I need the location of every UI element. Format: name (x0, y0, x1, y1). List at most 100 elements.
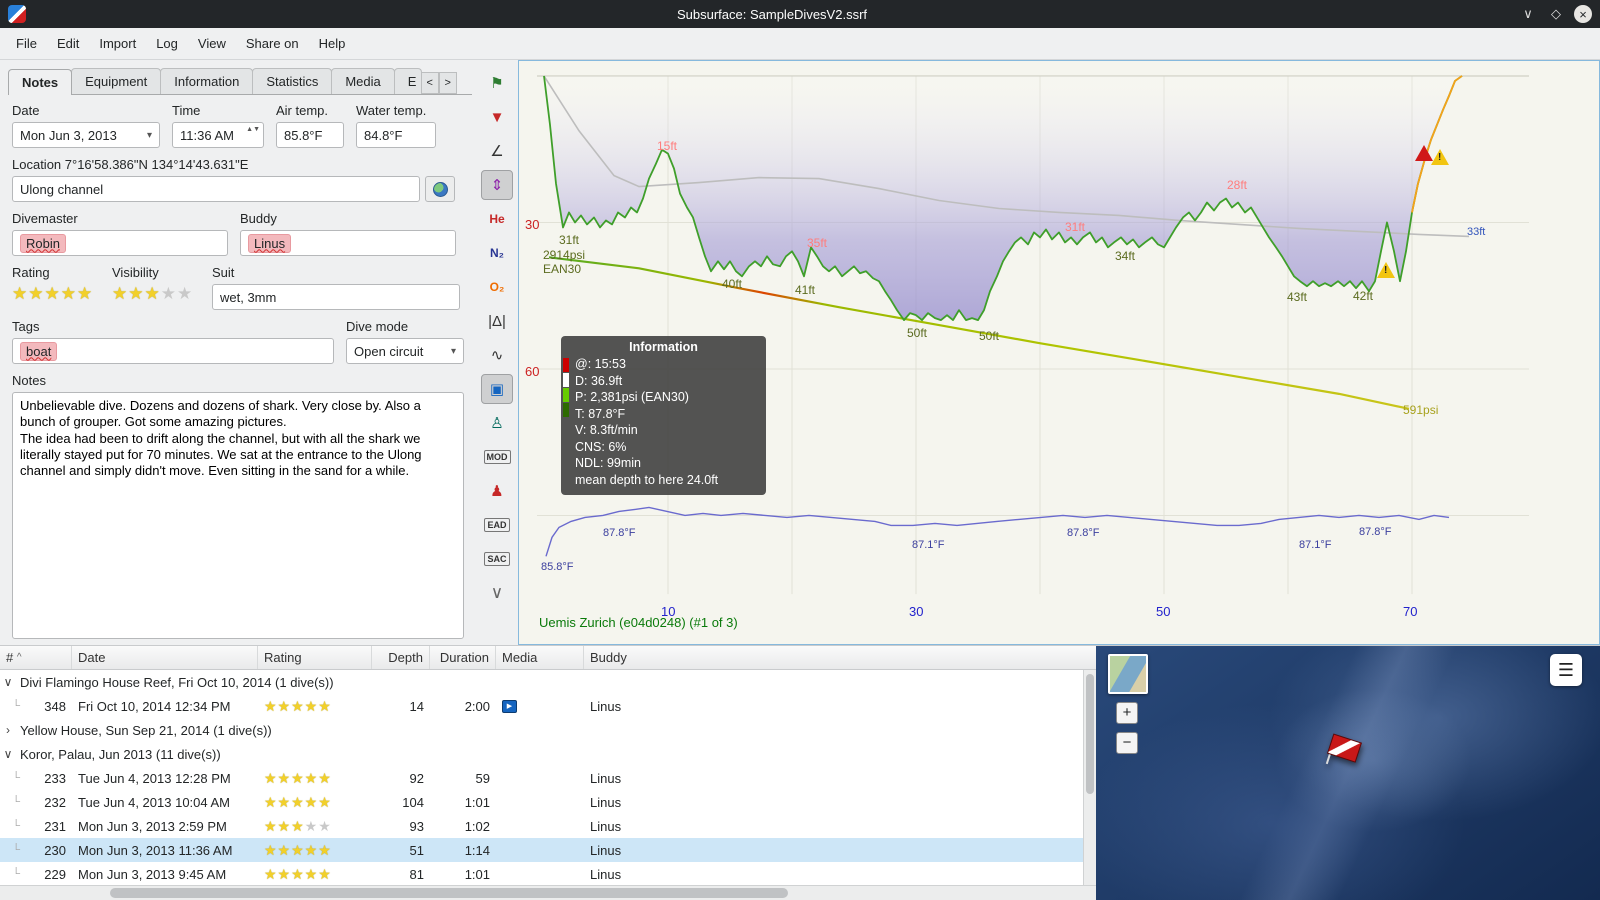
tree-branch: └ (12, 772, 20, 784)
tags-field[interactable]: boat (12, 338, 334, 364)
pp-helium-icon[interactable]: He (481, 204, 513, 234)
tab-scroll-right-icon[interactable]: > (438, 72, 457, 94)
expand-arrow-icon[interactable]: ∨ (0, 675, 16, 689)
column-header-duration[interactable]: Duration (430, 646, 496, 669)
spinner-arrows-icon[interactable]: ▲▼ (246, 125, 260, 135)
media-icon[interactable]: ▶ (502, 699, 517, 713)
tag-chip[interactable]: boat (20, 341, 58, 361)
map-zoom-in-button[interactable]: + (1116, 702, 1138, 724)
scrollbar-thumb[interactable] (110, 888, 788, 898)
divemaster-label: Divemaster (12, 211, 78, 226)
info-line: @: 15:53 (575, 357, 626, 371)
pp-graph-icon[interactable]: |Δ| (481, 306, 513, 336)
pp-nitrogen-icon[interactable]: N₂ (481, 238, 513, 268)
collapse-arrow-icon[interactable]: › (0, 723, 16, 737)
trip-row[interactable]: › Yellow House, Sun Sep 21, 2014 (1 dive… (0, 718, 1096, 742)
collapse-toolbar-icon[interactable]: ∨ (481, 578, 513, 608)
dive-row[interactable]: └ 348 Fri Oct 10, 2014 12:34 PM ★★★★★ 14 … (0, 694, 1096, 718)
heartrate-icon[interactable]: ∿ (481, 340, 513, 370)
window-title: Subsurface: SampleDivesV2.ssrf (676, 6, 868, 22)
tab-media[interactable]: Media (331, 68, 395, 94)
globe-button[interactable] (425, 176, 455, 202)
dive-duration: 2:00 (464, 698, 490, 714)
map-overview-thumbnail[interactable] (1108, 654, 1148, 694)
tab-statistics[interactable]: Statistics (252, 68, 333, 94)
tab-scroll-left-icon[interactable]: < (420, 72, 439, 94)
menu-file[interactable]: File (6, 32, 47, 55)
column-header-depth[interactable]: Depth (372, 646, 430, 669)
menu-log[interactable]: Log (146, 32, 188, 55)
divemode-combobox[interactable]: Open circuit ▾ (346, 338, 464, 364)
trip-row[interactable]: ∨ Divi Flamingo House Reef, Fri Oct 10, … (0, 670, 1096, 694)
maximize-button[interactable]: ◇ (1546, 4, 1566, 24)
buddy-chip[interactable]: Linus (248, 233, 292, 253)
dive-row[interactable]: └ 233 Tue Jun 4, 2013 12:28 PM ★★★★★ 92 5… (0, 766, 1096, 790)
tissues-icon[interactable]: ♙ (481, 408, 513, 438)
tab-information[interactable]: Information (160, 68, 254, 94)
tree-branch: └ (12, 820, 20, 832)
dive-duration: 59 (475, 770, 490, 786)
watertemp-value: 84.8°F (364, 127, 403, 143)
watertemp-field[interactable]: 84.8°F (356, 122, 436, 148)
column-header-media[interactable]: Media (496, 646, 584, 669)
notes-tab-body: Date Mon Jun 3, 2013 ▾ Time 11:36 AM ▲▼ … (8, 94, 472, 645)
divemaster-chip[interactable]: Robin (20, 233, 66, 253)
airtemp-field[interactable]: 85.8°F (276, 122, 344, 148)
titlebar: Subsurface: SampleDivesV2.ssrf ∨ ◇ × (0, 0, 1600, 28)
ruler-icon[interactable]: ∠ (481, 136, 513, 166)
map-menu-button[interactable]: ☰ (1550, 654, 1582, 686)
dive-flag-marker[interactable] (1324, 733, 1366, 772)
visibility-stars[interactable]: ★★★★★ (112, 284, 200, 304)
dive-number: 232 (44, 794, 66, 810)
mod-icon[interactable]: MOD (481, 442, 513, 472)
stars-on: ★★★★★ (264, 841, 332, 858)
photos-icon[interactable]: ▣ (481, 374, 513, 404)
dive-date: Mon Jun 3, 2013 9:45 AM (78, 866, 227, 882)
vertical-scrollbar[interactable] (1083, 670, 1096, 885)
menu-help[interactable]: Help (309, 32, 356, 55)
minimize-button[interactable]: ∨ (1518, 4, 1538, 24)
expand-arrow-icon[interactable]: ∨ (0, 747, 16, 761)
notes-textarea[interactable]: Unbelievable dive. Dozens and dozens of … (12, 392, 464, 639)
menu-view[interactable]: View (188, 32, 236, 55)
col-label: # (6, 650, 14, 665)
toggle-calc-ceiling-icon[interactable]: ▼ (481, 102, 513, 132)
dive-row[interactable]: └ 229 Mon Jun 3, 2013 9:45 AM ★★★★★ 81 1:… (0, 862, 1096, 885)
dive-profile-chart[interactable]: 30 60 10 30 50 70 31ft 2914psi EAN30 15f… (518, 60, 1600, 645)
pp-oxygen-icon[interactable]: O₂ (481, 272, 513, 302)
dive-row-selected[interactable]: └ 230 Mon Jun 3, 2013 11:36 AM ★★★★★ 51 1… (0, 838, 1096, 862)
column-header-buddy[interactable]: Buddy (584, 646, 1096, 669)
dive-site-map[interactable]: + − ☰ (1096, 646, 1600, 900)
scale-icon[interactable]: ⇕ (481, 170, 513, 200)
horizontal-scrollbar[interactable] (0, 885, 1096, 900)
rating-stars[interactable]: ★★★★★ (12, 284, 100, 304)
location-field[interactable]: Ulong channel (12, 176, 420, 202)
menu-share-on[interactable]: Share on (236, 32, 309, 55)
scrollbar-thumb[interactable] (1086, 674, 1094, 794)
trip-row[interactable]: ∨ Koror, Palau, Jun 2013 (11 dive(s)) (0, 742, 1096, 766)
tab-notes[interactable]: Notes (8, 69, 73, 95)
menu-edit[interactable]: Edit (47, 32, 89, 55)
column-header-rating[interactable]: Rating (258, 646, 372, 669)
menu-import[interactable]: Import (89, 32, 146, 55)
map-zoom-out-button[interactable]: − (1116, 732, 1138, 754)
column-header-number[interactable]: # ^ (0, 646, 72, 669)
tab-extra[interactable]: E (393, 68, 422, 94)
close-button[interactable]: × (1574, 5, 1592, 23)
buddy-field[interactable]: Linus (240, 230, 456, 256)
dive-row[interactable]: └ 232 Tue Jun 4, 2013 10:04 AM ★★★★★ 104 … (0, 790, 1096, 814)
time-spinner[interactable]: 11:36 AM ▲▼ (172, 122, 264, 148)
divemaster-field[interactable]: Robin (12, 230, 228, 256)
ndl-tts-icon[interactable]: ♟ (481, 476, 513, 506)
sac-icon[interactable]: SAC (481, 544, 513, 574)
dive-date: Fri Oct 10, 2014 12:34 PM (78, 698, 231, 714)
ead-icon[interactable]: EAD (481, 510, 513, 540)
tabbar: Notes Equipment Information Statistics M… (8, 66, 472, 95)
tab-equipment[interactable]: Equipment (71, 68, 162, 94)
date-combobox[interactable]: Mon Jun 3, 2013 ▾ (12, 122, 160, 148)
dive-row[interactable]: └ 231 Mon Jun 3, 2013 2:59 PM ★★★★★ 93 1:… (0, 814, 1096, 838)
suit-field[interactable]: wet, 3mm (212, 284, 460, 310)
toggle-ceiling-icon[interactable]: ⚑ (481, 68, 513, 98)
ead-text-icon: EAD (484, 518, 510, 532)
column-header-date[interactable]: Date (72, 646, 258, 669)
